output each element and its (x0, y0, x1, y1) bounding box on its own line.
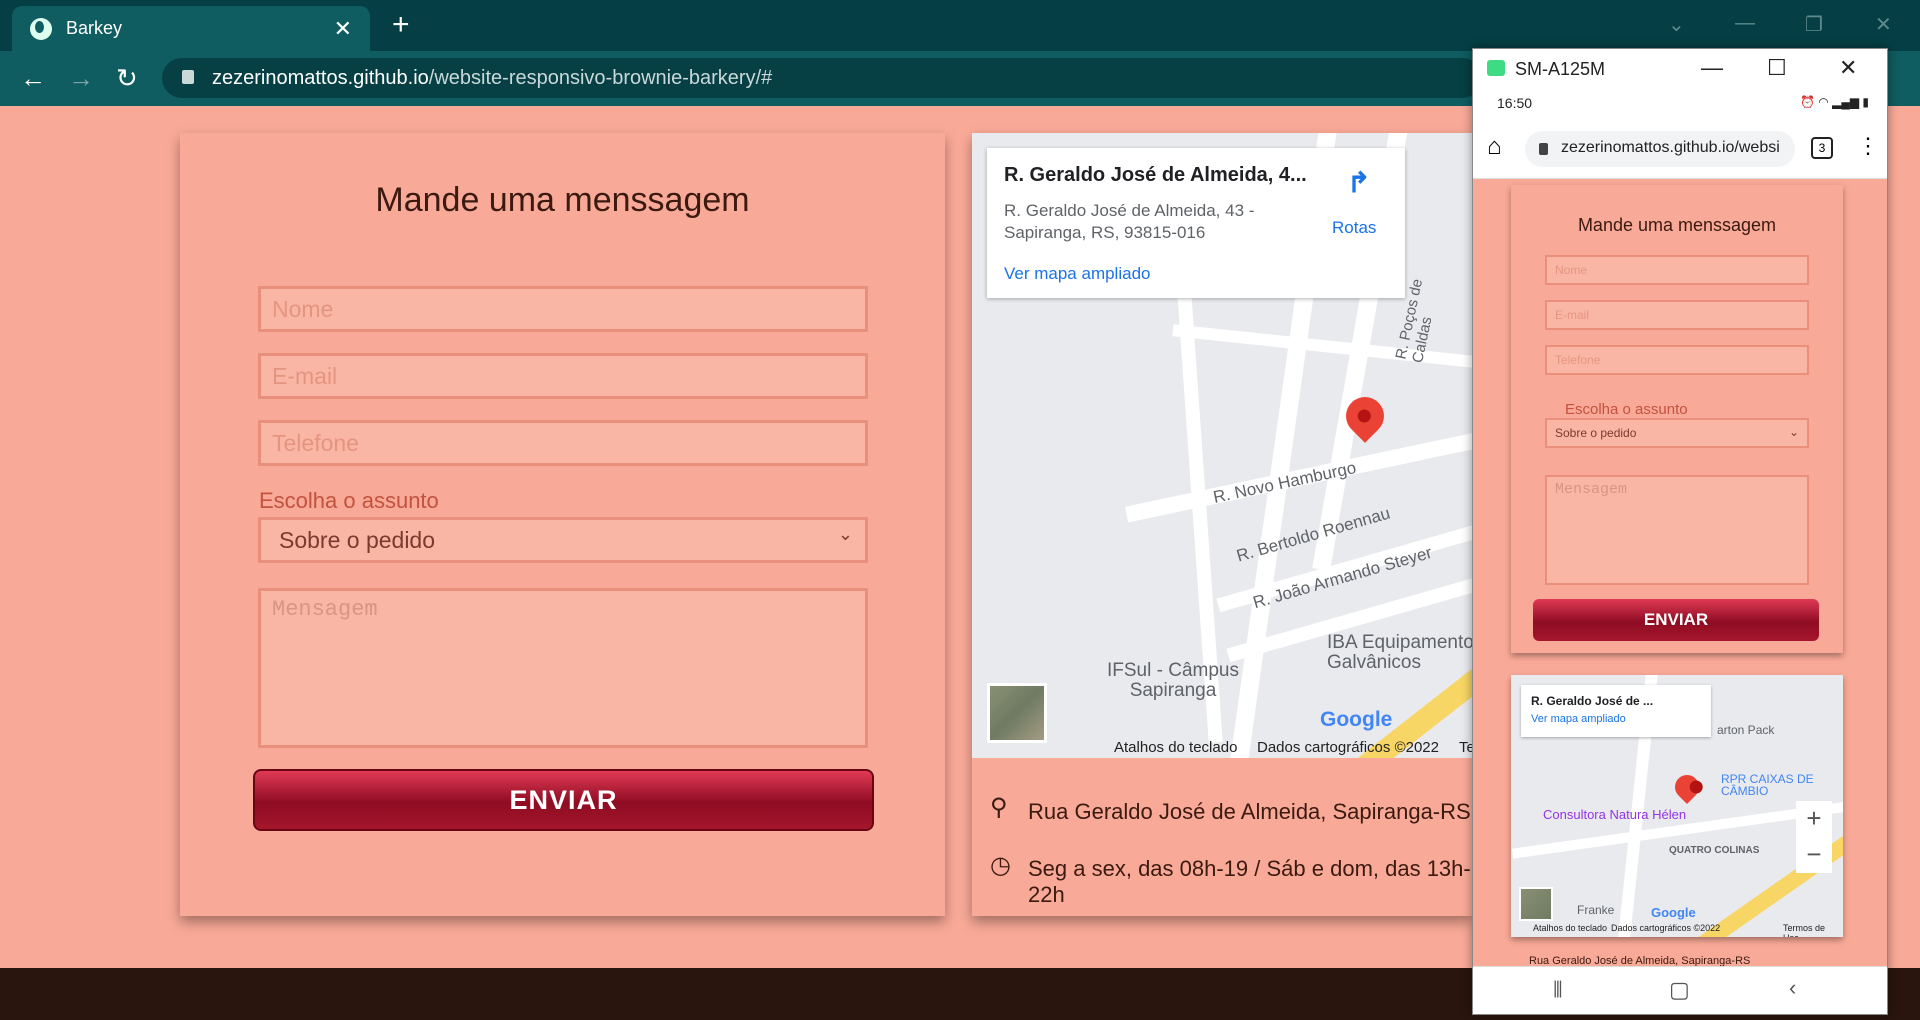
home-icon[interactable]: ⌂ (1487, 133, 1502, 161)
map-place-address: R. Geraldo José de Almeida, 43 - Sapiran… (1004, 201, 1255, 242)
phone-subject-selected: Sobre o pedido (1555, 426, 1637, 440)
phone-map-info-box: R. Geraldo José de ... Ver mapa ampliado (1521, 685, 1711, 737)
clock-icon: ◷ (990, 852, 1011, 879)
address-bar[interactable]: zezerinomattos.github.io/website-respons… (162, 58, 1482, 98)
keyboard-shortcuts-link[interactable]: Atalhos do teclado (1533, 923, 1607, 933)
poi-label: RPR CAIXAS DE CÂMBIO (1721, 772, 1814, 798)
map-data-credit: Dados cartográficos ©2022 (1611, 923, 1721, 933)
subject-selected: Sobre o pedido (279, 527, 436, 553)
larger-map-link[interactable]: Ver mapa ampliado (1004, 264, 1150, 284)
new-tab-button[interactable]: + (392, 8, 410, 42)
opening-hours: Seg a sex, das 08h-19 / Sáb e dom, das 1… (1028, 856, 1471, 907)
reload-icon[interactable]: ↻ (116, 63, 138, 94)
phone-titlebar: SM-A125M — ☐ ✕ (1473, 49, 1887, 89)
chevron-down-icon: ⌄ (837, 524, 853, 544)
google-logo: Google (1651, 905, 1696, 920)
back-icon[interactable]: ← (20, 63, 46, 94)
maximize-icon[interactable]: ☐ (1767, 55, 1787, 81)
submit-button[interactable]: ENVIAR (253, 769, 874, 831)
contact-address: Rua Geraldo José de Almeida, Sapiranga-R… (1028, 799, 1471, 824)
tab-count[interactable]: 3 (1811, 137, 1833, 159)
phone-subject-select[interactable]: Sobre o pedido ⌄ (1545, 418, 1809, 448)
minimize-icon[interactable]: — (1701, 55, 1723, 81)
phone-emulator-window: SM-A125M — ☐ ✕ 16:50 ⏰ ◠ ▂▄▆ ▮ ⌂ zezerin… (1472, 48, 1888, 1015)
contact-form-card: Mande uma menssagem Nome E-mail Telefone… (180, 133, 945, 916)
phone-window-title: SM-A125M (1515, 58, 1606, 79)
map-info-box: R. Geraldo José de Almeida, 4... R. Gera… (987, 148, 1405, 298)
zoom-in-button[interactable]: + (1796, 801, 1832, 837)
phone-embedded-map[interactable]: R. Geraldo José de ... Ver mapa ampliado… (1511, 675, 1843, 937)
terms-link[interactable]: Termos de Uso (1783, 923, 1843, 937)
phone-phone-input[interactable]: Telefone (1545, 345, 1809, 375)
home-button-icon[interactable]: ▢ (1669, 977, 1690, 1003)
phone-map-title: R. Geraldo José de ... (1531, 694, 1654, 708)
phone-message-textarea[interactable]: Mensagem (1545, 475, 1809, 585)
tab-title: Barkey (66, 18, 123, 38)
phone-larger-map-link[interactable]: Ver mapa ampliado (1531, 713, 1626, 725)
location-icon: ⚲ (990, 794, 1008, 821)
satellite-toggle[interactable] (987, 683, 1047, 743)
subject-select[interactable]: Sobre o pedido ⌄ (258, 517, 868, 563)
phone-email-input[interactable]: E-mail (1545, 300, 1809, 330)
map-pin-icon[interactable] (1670, 770, 1704, 804)
phone-address-bar[interactable]: zezerinomattos.github.io/websi (1525, 131, 1795, 167)
minimize-icon[interactable]: — (1735, 12, 1755, 35)
phone-time: 16:50 (1497, 95, 1533, 111)
poi-label: Consultora Natura Hélen (1543, 807, 1687, 822)
email-input[interactable]: E-mail (258, 353, 868, 399)
map-place-title: R. Geraldo José de Almeida, 4... (1004, 164, 1307, 186)
phone-satellite-toggle[interactable] (1519, 887, 1553, 921)
phone-status-bar: 16:50 ⏰ ◠ ▂▄▆ ▮ (1473, 89, 1887, 121)
tab-bar: Barkey ✕ + ⌄ — ❐ ✕ (0, 0, 1920, 51)
url-path: /website-responsivo-brownie-barkery/# (428, 66, 773, 89)
url-host: zezerinomattos.github.io (212, 66, 429, 89)
map-card: R. Geraldo José de Almeida, 4... R. Gera… (972, 133, 1472, 916)
message-textarea[interactable]: Mensagem (258, 588, 868, 748)
subject-label: Escolha o assunto (259, 488, 439, 513)
poi-label: IFSul - Câmpus Sapiranga (1107, 660, 1239, 701)
poi-label: arton Pack (1717, 723, 1775, 737)
menu-icon[interactable]: ⋮ (1857, 133, 1879, 159)
globe-icon (30, 17, 52, 40)
close-tab-icon[interactable]: ✕ (334, 16, 352, 42)
phone-submit-button[interactable]: ENVIAR (1533, 599, 1819, 641)
google-logo: Google (1320, 708, 1393, 731)
android-nav-bar: ⦀ ▢ ‹ (1473, 966, 1887, 1014)
browser-tab[interactable]: Barkey ✕ (12, 6, 370, 51)
chevron-down-icon: ⌄ (1788, 425, 1799, 439)
recents-icon[interactable]: ⦀ (1553, 977, 1563, 1003)
embedded-map[interactable]: R. Geraldo José de Almeida, 4... R. Gera… (972, 133, 1472, 758)
poi-label: QUATRO COLINAS (1669, 845, 1760, 856)
restore-icon[interactable]: ❐ (1805, 12, 1823, 37)
map-data-credit: Dados cartográficos ©2022 (1257, 739, 1439, 756)
directions-link[interactable]: Rotas (1332, 218, 1376, 238)
keyboard-shortcuts-link[interactable]: Atalhos do teclado (1114, 739, 1237, 756)
name-input[interactable]: Nome (258, 286, 868, 332)
terms-link[interactable]: Te (1459, 739, 1472, 756)
back-icon[interactable]: ‹ (1789, 975, 1796, 1001)
phone-url-bar: ⌂ zezerinomattos.github.io/websi 3 ⋮ (1473, 121, 1887, 179)
form-title: Mande uma menssagem (375, 181, 750, 219)
lock-icon (182, 70, 194, 84)
poi-label: Franke (1577, 903, 1615, 917)
zoom-out-button[interactable]: − (1796, 837, 1832, 873)
signal-icons: ⏰ ◠ ▂▄▆ ▮ (1800, 95, 1869, 109)
poi-label: IBA Equipamentos Galvânicos (1327, 632, 1472, 673)
phone-subject-label: Escolha o assunto (1565, 401, 1688, 418)
forward-icon[interactable]: → (68, 63, 94, 94)
android-icon (1487, 60, 1505, 76)
directions-icon[interactable]: ↱ (1347, 166, 1373, 198)
tab-search-icon[interactable]: ⌄ (1668, 12, 1685, 37)
phone-page: Mande uma menssagem Nome E-mail Telefone… (1473, 179, 1887, 966)
phone-form-title: Mande uma menssagem (1577, 215, 1777, 235)
phone-input[interactable]: Telefone (258, 420, 868, 466)
phone-contact-address: Rua Geraldo José de Almeida, Sapiranga-R… (1529, 955, 1751, 966)
phone-contact-form: Mande uma menssagem Nome E-mail Telefone… (1511, 185, 1843, 653)
close-icon[interactable]: ✕ (1839, 55, 1857, 81)
close-window-icon[interactable]: ✕ (1875, 12, 1892, 37)
phone-name-input[interactable]: Nome (1545, 255, 1809, 285)
